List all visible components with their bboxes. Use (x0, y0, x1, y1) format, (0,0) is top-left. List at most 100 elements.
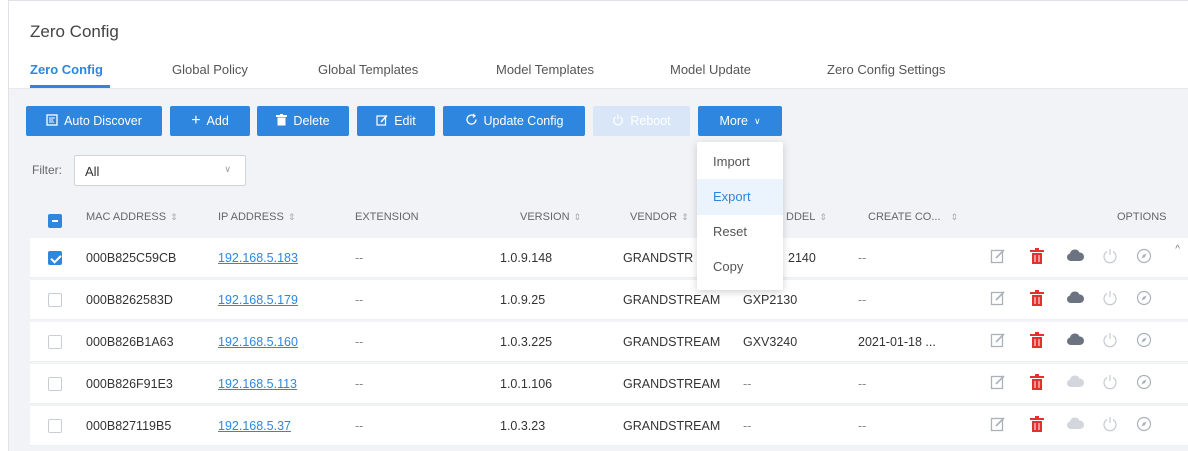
model: -- (743, 377, 752, 391)
mac-address: 000B825C59CB (86, 251, 177, 265)
tab-global-policy[interactable]: Global Policy (172, 62, 248, 77)
menu-item-import[interactable]: Import (697, 144, 783, 180)
vendor: GRANDSTREAM (623, 419, 721, 433)
column-header-mac[interactable]: MAC ADDRESS ⇕ (86, 211, 178, 223)
ip-address-link[interactable]: 192.168.5.183 (218, 251, 298, 265)
table-row[interactable]: 000B827119B5 192.168.5.37 -- 1.0.3.23 GRANDS… (30, 406, 1188, 446)
column-header-model[interactable]: DDEL ⇕ (786, 211, 827, 223)
tab-zero-config-settings[interactable]: Zero Config Settings (827, 62, 946, 77)
menu-item-reset[interactable]: Reset (697, 214, 783, 250)
more-dropdown-menu: Import Export Reset Copy (697, 142, 783, 290)
ip-address-link[interactable]: 192.168.5.179 (218, 293, 298, 307)
column-header-options: OPTIONS (1117, 211, 1167, 223)
tab-zero-config[interactable]: Zero Config (30, 62, 103, 77)
row-checkbox[interactable] (48, 377, 62, 391)
menu-item-copy[interactable]: Copy (697, 249, 783, 285)
vendor: GRANDSTREAM (623, 293, 721, 307)
power-icon[interactable] (1102, 332, 1120, 350)
reboot-button[interactable]: Reboot (593, 106, 690, 136)
active-tab-indicator (30, 85, 110, 88)
extension: -- (355, 335, 364, 349)
version: 1.0.9.25 (500, 293, 546, 307)
table-row[interactable]: 000B826F91E3 192.168.5.113 -- 1.0.1.106 GRAN… (30, 364, 1188, 404)
table-row[interactable]: 000B8262583D 192.168.5.179 -- 1.0.9.25 GRAND… (30, 280, 1188, 320)
ip-address-link[interactable]: 192.168.5.37 (218, 419, 291, 433)
vendor: GRANDSTR (623, 251, 694, 265)
tab-global-templates[interactable]: Global Templates (318, 62, 418, 77)
edit-icon[interactable] (990, 332, 1008, 350)
add-button[interactable]: + Add (170, 106, 250, 136)
tab-model-update[interactable]: Model Update (670, 62, 751, 77)
column-header-version[interactable]: VERSION ⇕ (520, 211, 581, 223)
version: 1.0.3.225 (500, 335, 553, 349)
chevron-down-icon: ∨ (753, 115, 761, 126)
extension: -- (355, 419, 364, 433)
update-config-label: Update Config (483, 114, 564, 128)
cloud-icon[interactable] (1066, 332, 1085, 350)
mac-address: 000B826F91E3 (86, 377, 173, 391)
reboot-label: Reboot (630, 114, 671, 128)
delete-button[interactable]: Delete (257, 106, 349, 136)
compass-icon[interactable] (1136, 374, 1154, 392)
create-config: 2021-01-18 ... (858, 335, 936, 349)
compass-icon[interactable] (1136, 416, 1154, 434)
edit-icon (376, 114, 388, 129)
cloud-icon[interactable] (1066, 416, 1085, 434)
power-icon[interactable] (1102, 416, 1120, 434)
trash-icon[interactable] (1030, 248, 1048, 266)
ip-address-link[interactable]: 192.168.5.113 (218, 377, 297, 391)
cloud-icon[interactable] (1066, 290, 1085, 308)
extension: -- (355, 251, 364, 265)
add-label: Add (206, 114, 229, 128)
column-header-ip[interactable]: IP ADDRESS ⇕ (218, 211, 295, 223)
trash-icon[interactable] (1030, 290, 1048, 308)
column-header-vendor[interactable]: VENDOR ⇕ (630, 211, 689, 223)
cloud-icon[interactable] (1066, 374, 1085, 392)
row-checkbox[interactable] (48, 251, 62, 265)
edit-label: Edit (394, 114, 416, 128)
chevron-down-icon: ∨ (224, 164, 231, 174)
power-icon[interactable] (1102, 374, 1120, 392)
filter-select[interactable]: All ∨ (74, 155, 246, 186)
trash-icon (276, 113, 288, 129)
mac-address: 000B826B1A63 (86, 335, 174, 349)
compass-icon[interactable] (1136, 248, 1154, 266)
power-icon[interactable] (1102, 248, 1120, 266)
edit-button[interactable]: Edit (357, 106, 435, 136)
create-config: -- (858, 251, 867, 265)
extension: -- (355, 377, 364, 391)
scroll-up-icon[interactable]: ^ (1175, 244, 1180, 255)
edit-icon[interactable] (990, 374, 1008, 392)
auto-discover-button[interactable]: Auto Discover (26, 106, 162, 136)
row-checkbox[interactable] (48, 419, 62, 433)
trash-icon[interactable] (1030, 416, 1048, 434)
trash-icon[interactable] (1030, 332, 1048, 350)
edit-icon[interactable] (990, 290, 1008, 308)
edit-icon[interactable] (990, 248, 1008, 266)
cloud-icon[interactable] (1066, 248, 1085, 266)
more-button[interactable]: More ∨ (698, 106, 782, 136)
menu-item-export[interactable]: Export (697, 179, 783, 215)
model: 2140 (788, 251, 816, 265)
compass-icon[interactable] (1136, 290, 1154, 308)
select-all-checkbox[interactable] (48, 214, 62, 228)
update-config-button[interactable]: Update Config (443, 106, 585, 136)
row-checkbox[interactable] (48, 335, 62, 349)
ip-address-link[interactable]: 192.168.5.160 (218, 335, 298, 349)
compass-icon[interactable] (1136, 332, 1154, 350)
filter-value: All (85, 164, 100, 179)
plus-icon: + (191, 112, 201, 129)
power-icon[interactable] (1102, 290, 1120, 308)
extension: -- (355, 293, 364, 307)
table-row[interactable]: 000B826B1A63 192.168.5.160 -- 1.0.3.225 GRAN… (30, 322, 1188, 362)
create-config: -- (858, 293, 867, 307)
tab-model-templates[interactable]: Model Templates (496, 62, 594, 77)
vendor: GRANDSTREAM (623, 377, 721, 391)
auto-discover-icon (46, 113, 58, 129)
column-header-create[interactable]: CREATE CO... ⇕ (868, 211, 958, 223)
model: GXV3240 (743, 335, 798, 349)
row-checkbox[interactable] (48, 293, 62, 307)
edit-icon[interactable] (990, 416, 1008, 434)
trash-icon[interactable] (1030, 374, 1048, 392)
table-row[interactable]: 000B825C59CB 192.168.5.183 -- 1.0.9.148 GRAN… (30, 238, 1188, 278)
